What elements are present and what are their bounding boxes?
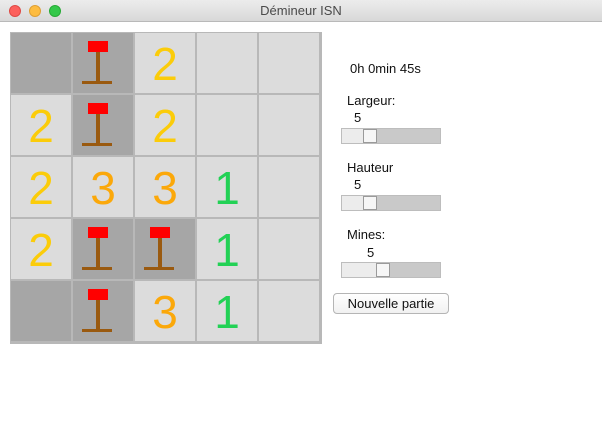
height-slider[interactable] [341, 195, 441, 211]
board-cell[interactable] [259, 157, 319, 217]
flag-icon [144, 227, 174, 270]
cell-number: 1 [214, 286, 240, 338]
cell-number: 2 [28, 224, 54, 276]
board-cell[interactable]: 2 [135, 95, 195, 155]
cell-number: 2 [152, 100, 178, 152]
cell-number: 1 [214, 224, 240, 276]
board-cell[interactable] [259, 33, 319, 93]
board-cell[interactable] [259, 281, 319, 341]
cell-number: 1 [214, 162, 240, 214]
height-label: Hauteur [347, 160, 394, 175]
flag-icon [82, 103, 112, 146]
board-cell[interactable] [73, 219, 133, 279]
width-value: 5 [354, 110, 362, 125]
mines-value: 5 [367, 245, 375, 260]
board-cell[interactable]: 1 [197, 219, 257, 279]
new-game-button[interactable]: Nouvelle partie [333, 293, 449, 314]
board-cell[interactable] [259, 95, 319, 155]
mines-slider[interactable] [341, 262, 441, 278]
board-cell[interactable]: 1 [197, 157, 257, 217]
flag-icon [82, 227, 112, 270]
width-slider[interactable] [341, 128, 441, 144]
board-cell[interactable] [11, 281, 71, 341]
height-value: 5 [354, 177, 362, 192]
board-cell[interactable] [197, 95, 257, 155]
board-cell[interactable]: 2 [135, 33, 195, 93]
board-cell[interactable] [11, 33, 71, 93]
cell-number: 3 [152, 286, 178, 338]
board-cell[interactable] [197, 33, 257, 93]
mines-slider-knob[interactable] [376, 263, 390, 277]
elapsed-timer: 0h 0min 45s [350, 61, 421, 76]
flag-icon [82, 289, 112, 332]
cell-number: 2 [152, 38, 178, 90]
board-cell[interactable]: 2 [11, 95, 71, 155]
title-bar: Démineur ISN [0, 0, 602, 22]
window-title: Démineur ISN [260, 3, 342, 18]
app-window: Démineur ISN 22223312131 0h 0min 45s Lar… [0, 0, 602, 424]
cell-number: 2 [28, 162, 54, 214]
width-label: Largeur: [347, 93, 396, 108]
board-cell[interactable] [73, 281, 133, 341]
board-cell[interactable]: 2 [11, 157, 71, 217]
board-cell[interactable]: 3 [135, 157, 195, 217]
cell-number: 3 [90, 162, 116, 214]
board-cell[interactable]: 3 [135, 281, 195, 341]
minesweeper-board: 22223312131 [10, 32, 322, 344]
flag-icon [82, 41, 112, 84]
board-cell[interactable] [73, 33, 133, 93]
board-cell[interactable]: 1 [197, 281, 257, 341]
cell-number: 3 [152, 162, 178, 214]
mines-label: Mines: [347, 227, 386, 242]
cell-number: 2 [28, 100, 54, 152]
width-slider-knob[interactable] [363, 129, 377, 143]
board-cell[interactable]: 2 [11, 219, 71, 279]
height-slider-knob[interactable] [363, 196, 377, 210]
board-cell[interactable] [135, 219, 195, 279]
board-cell[interactable]: 3 [73, 157, 133, 217]
board-cell[interactable] [259, 219, 319, 279]
board-cell[interactable] [73, 95, 133, 155]
